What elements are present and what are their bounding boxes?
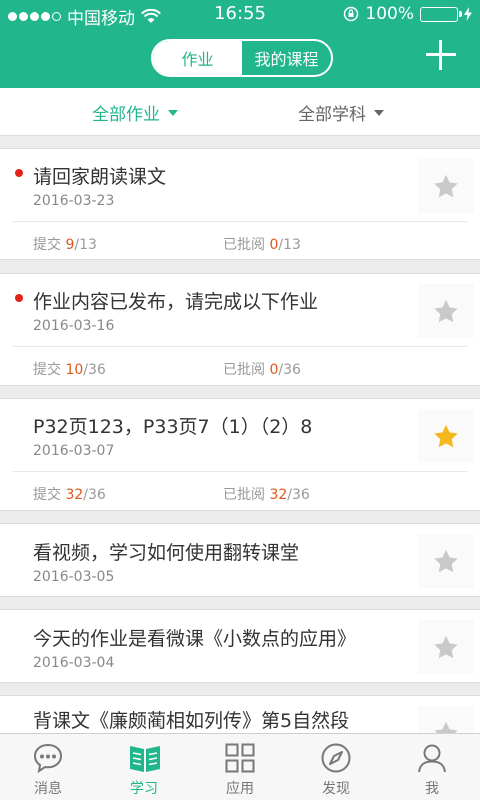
star-button[interactable] [418,284,474,338]
assignment-card[interactable]: 作业内容已发布，请完成以下作业 2016-03-16 提交 10/36 已批阅 … [0,273,480,386]
assignment-title: 作业内容已发布，请完成以下作业 [33,291,319,313]
app-header: 中国移动 16:55 100% 作业 我的课程 [0,0,480,88]
star-icon [434,549,458,572]
assignment-title: 看视频，学习如何使用翻转课堂 [33,542,300,564]
battery-icon [420,6,462,22]
message-bubble-icon [33,743,63,774]
assignment-title: P32页123，P33页7（1）（2）8 [33,416,313,438]
filter-all-subjects[interactable]: 全部学科 [298,100,384,125]
tab-study[interactable]: 学习 [96,734,192,800]
tab-label: 学习 [130,781,158,797]
assignment-title: 今天的作业是看微课《小数点的应用》 [33,628,357,650]
star-icon [434,299,458,322]
assignment-title: 背课文《廉颇蔺相如列传》第5自然段 [33,710,350,732]
tab-label: 我 [425,781,439,797]
tab-me[interactable]: 我 [384,734,480,800]
status-right: 100% [343,4,472,24]
status-bar: 中国移动 16:55 100% [0,0,480,29]
card-divider [13,221,467,222]
book-icon [130,746,160,772]
tab-discover[interactable]: 发现 [288,734,384,800]
segment-my-courses[interactable]: 我的课程 [242,41,331,75]
star-button[interactable] [418,409,474,463]
assignment-date: 2016-03-23 [33,193,115,209]
star-icon [434,635,458,658]
filter-all-homework[interactable]: 全部作业 [92,100,178,125]
submission-count: 提交 10/36 [33,362,106,378]
unread-dot [15,294,23,302]
review-count: 已批阅 0/36 [223,362,301,378]
plus-icon[interactable] [424,38,458,72]
tab-apps[interactable]: 应用 [192,734,288,800]
assignment-card[interactable]: P32页123，P33页7（1）（2）8 2016-03-07 提交 32/36… [0,398,480,511]
filter-bar: 全部作业 全部学科 [0,88,480,136]
tab-bar: 消息 学习 应用 发现 我 [0,733,480,800]
tab-messages[interactable]: 消息 [0,734,96,800]
star-icon-filled [434,424,458,447]
star-button[interactable] [418,620,474,674]
review-count: 已批阅 32/36 [223,487,310,503]
tab-label: 消息 [34,781,62,797]
segment-control: 作业 我的课程 [151,39,333,77]
review-count: 已批阅 0/13 [223,237,301,253]
card-divider [13,346,467,347]
assignment-card[interactable]: 请回家朗读课文 2016-03-23 提交 9/13 已批阅 0/13 [0,148,480,260]
rotation-lock-icon [344,6,359,22]
assignment-date: 2016-03-05 [33,569,115,585]
assignment-date: 2016-03-16 [33,318,115,334]
assignment-date: 2016-03-07 [33,443,115,459]
assignment-title: 请回家朗读课文 [33,166,167,188]
card-divider [13,471,467,472]
star-icon [434,174,458,197]
assignment-card[interactable]: 今天的作业是看微课《小数点的应用》 2016-03-04 [0,609,480,683]
caret-down-icon [374,109,384,116]
assignment-date: 2016-03-04 [33,655,115,671]
segment-homework[interactable]: 作业 [153,41,242,75]
submission-count: 提交 9/13 [33,237,97,253]
charging-icon [464,7,472,21]
star-button[interactable] [418,159,474,213]
assignment-card[interactable]: 看视频，学习如何使用翻转课堂 2016-03-05 [0,523,480,597]
filter-label: 全部作业 [92,105,160,125]
tab-label: 应用 [226,781,254,797]
person-icon [418,744,446,773]
grid-icon [225,743,255,773]
star-button[interactable] [418,534,474,588]
filter-label: 全部学科 [298,105,366,125]
unread-dot [15,169,23,177]
compass-icon [321,743,351,773]
tab-label: 发现 [322,781,350,797]
caret-down-icon [168,109,178,116]
submission-count: 提交 32/36 [33,487,106,503]
battery-percent: 100% [365,4,414,24]
